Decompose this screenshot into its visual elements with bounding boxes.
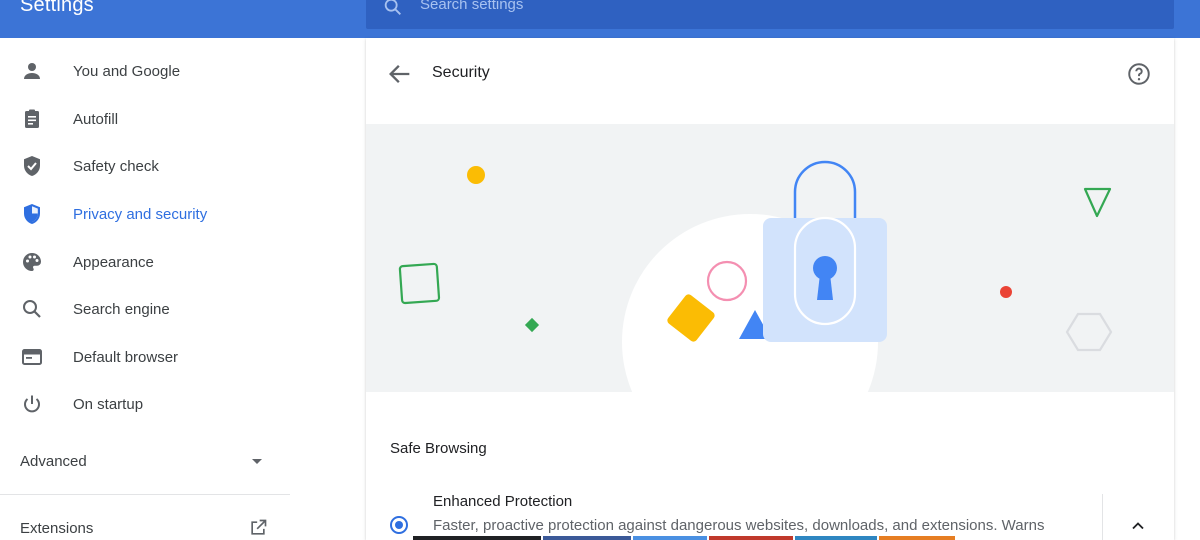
green-triangle-shape	[1083, 187, 1112, 218]
grey-hexagon-shape	[1065, 312, 1113, 352]
bottom-strip-segment	[413, 536, 541, 540]
shield-icon	[24, 204, 40, 224]
sidebar-divider	[0, 494, 290, 495]
sidebar: You and Google Autofill Safety check Pri…	[0, 38, 300, 540]
green-diamond-shape	[524, 317, 540, 333]
lock-shackle-shape	[793, 160, 857, 220]
advanced-label: Advanced	[20, 453, 87, 470]
sidebar-item-label: Safety check	[73, 157, 159, 175]
sidebar-item-label: On startup	[73, 395, 144, 413]
palette-icon	[23, 253, 41, 271]
enhanced-protection-radio[interactable]	[390, 516, 408, 534]
sidebar-item-label: Appearance	[73, 253, 154, 271]
page-title: Security	[432, 64, 490, 81]
search-icon	[23, 300, 41, 318]
illustration-graphic	[398, 160, 1113, 392]
radio-selected-dot	[395, 521, 403, 529]
open-in-new-icon	[251, 519, 267, 535]
arrow-back-icon[interactable]	[386, 60, 414, 88]
sidebar-item-label: Default browser	[73, 348, 179, 366]
bottom-strip-segment	[795, 536, 877, 540]
extensions-label: Extensions	[20, 520, 94, 537]
sidebar-item-label: You and Google	[73, 62, 181, 80]
sidebar-item-on-startup[interactable]: On startup	[0, 384, 300, 424]
caret-down-icon	[252, 459, 262, 464]
bottom-strip-segment	[709, 536, 793, 540]
search-icon	[384, 0, 401, 15]
option-divider	[1102, 494, 1103, 540]
top-bar: Settings Search settings	[0, 0, 1200, 38]
advanced-toggle[interactable]: Advanced	[0, 442, 290, 482]
security-illustration	[366, 124, 1174, 392]
sidebar-item-appearance[interactable]: Appearance	[0, 242, 300, 282]
search-placeholder: Search settings	[420, 0, 524, 13]
sidebar-item-search-engine[interactable]: Search engine	[0, 289, 300, 329]
search-box[interactable]: Search settings	[366, 0, 1174, 29]
sidebar-item-label: Search engine	[73, 300, 170, 318]
sidebar-item-label: Privacy and security	[73, 205, 208, 223]
sidebar-item-safety-check[interactable]: Safety check	[0, 146, 300, 186]
sidebar-item-label: Autofill	[73, 110, 119, 128]
section-title-safe-browsing: Safe Browsing	[390, 440, 487, 457]
sidebar-item-default-browser[interactable]: Default browser	[0, 337, 300, 377]
person-icon	[24, 63, 40, 79]
bottom-strip-segment	[879, 536, 955, 540]
power-icon	[24, 395, 40, 413]
bottom-strip-segment	[633, 536, 707, 540]
red-dot-shape	[1000, 286, 1012, 298]
option-description: Faster, proactive protection against dan…	[433, 517, 1045, 534]
shield-check-icon	[24, 156, 40, 176]
chevron-up-icon[interactable]	[1128, 516, 1148, 536]
sidebar-item-autofill[interactable]: Autofill	[0, 99, 300, 139]
bottom-strip-segment	[543, 536, 631, 540]
clipboard-icon	[25, 109, 39, 128]
option-title: Enhanced Protection	[433, 493, 573, 510]
security-card: Security Safe Browsing Enhanced Protecti	[366, 38, 1174, 540]
sidebar-item-privacy-and-security[interactable]: Privacy and security	[0, 194, 300, 234]
green-square-shape	[398, 262, 441, 305]
yellow-dot-shape	[467, 166, 485, 184]
extensions-link[interactable]: Extensions	[0, 510, 290, 540]
browser-icon	[22, 349, 42, 365]
app-title: Settings	[20, 0, 94, 16]
help-icon[interactable]	[1126, 61, 1152, 87]
sidebar-item-you-and-google[interactable]: You and Google	[0, 51, 300, 91]
